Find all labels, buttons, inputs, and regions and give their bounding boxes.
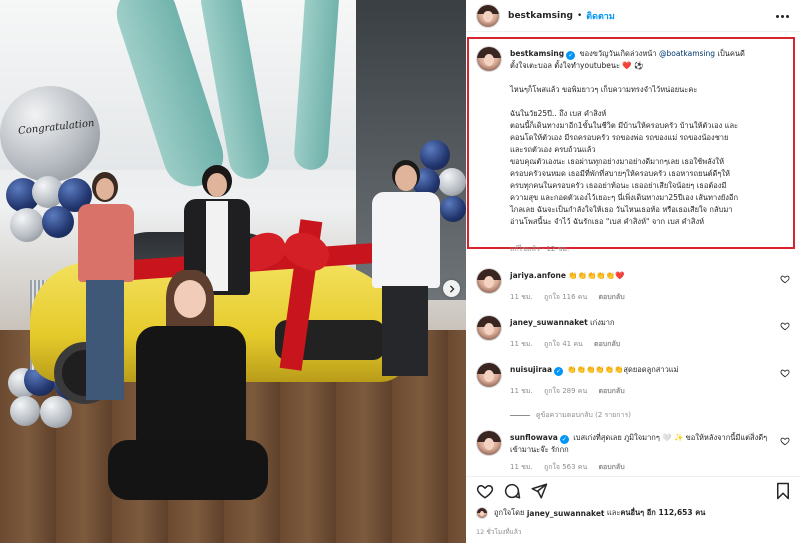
caption-line: ของขวัญวันเกิดล่วงหน้า bbox=[579, 49, 657, 58]
heart-icon[interactable] bbox=[780, 368, 790, 378]
caption-line: อ่านโพสนี้นะ จำไว้ ฉันรักเธอ "เบส คำสิงห… bbox=[510, 217, 705, 226]
chevron-right-icon bbox=[449, 284, 455, 293]
caption-line: ครอบครัวจนหมด เธอมีที่พักที่สบายๆให้ครอบ… bbox=[510, 169, 730, 178]
comment-time: 11 ชม. bbox=[510, 293, 533, 301]
heart-icon[interactable] bbox=[780, 321, 790, 331]
post-username[interactable]: bestkamsing bbox=[508, 11, 573, 21]
comment-likes[interactable]: ถูกใจ 41 คน bbox=[544, 340, 583, 348]
likes-others[interactable]: คนอื่นๆ อีก 112,653 คน bbox=[620, 507, 705, 519]
avatar[interactable] bbox=[476, 315, 502, 341]
caption-timestamp: แก้ไขแล้ว · 12 ชม. bbox=[510, 245, 570, 253]
action-bar bbox=[476, 482, 792, 502]
avatar[interactable] bbox=[476, 268, 502, 294]
caption-line: ครบทุกคนในครอบครัว เธออย่าท้อนะ เธออย่าเ… bbox=[510, 181, 727, 190]
balloon bbox=[40, 396, 72, 428]
separator-dot: • bbox=[576, 10, 583, 21]
likes-prefix: ถูกใจโดย bbox=[494, 508, 525, 517]
verified-icon: ✓ bbox=[554, 367, 564, 376]
reply-button[interactable]: ตอบกลับ bbox=[594, 340, 620, 348]
caption-line: ขอบคุณตัวเองนะ เธอผ่านทุกอย่างมาอย่างดีม… bbox=[510, 157, 725, 166]
person-best bbox=[108, 270, 278, 520]
comment-body: nuisujiraa ✓ 👏👏👏👏👏👏สุดยอดลูกสาวแม่ bbox=[510, 364, 772, 376]
comment-time: 11 ชม. bbox=[510, 463, 533, 471]
likes-summary[interactable]: ถูกใจโดย janey_suwannaket และ คนอื่นๆ อี… bbox=[476, 507, 705, 519]
comment-likes[interactable]: ถูกใจ 289 คน bbox=[544, 387, 587, 395]
next-photo-button[interactable] bbox=[443, 280, 460, 297]
post-sidebar: bestkamsing • ติดตาม bestkamsing ✓ ของขวั… bbox=[466, 0, 800, 543]
comment-likes[interactable]: ถูกใจ 116 คน bbox=[544, 293, 587, 301]
reply-button[interactable]: ตอบกลับ bbox=[598, 293, 624, 301]
more-icon[interactable] bbox=[776, 10, 790, 22]
likes-middle: และ bbox=[606, 508, 621, 517]
caption-mention[interactable]: @boatkamsing bbox=[659, 49, 715, 58]
comment-username[interactable]: jariya.anfone bbox=[510, 271, 566, 280]
comment-text: เก่งมาก bbox=[590, 318, 615, 327]
caption-line: ไกลเลย ฉันจะเป็นกำลังใจให้เธอ วันไหนเธอท… bbox=[510, 205, 733, 214]
heart-icon[interactable] bbox=[476, 482, 494, 500]
comment-body: janey_suwannaket เก่งมาก bbox=[510, 317, 772, 328]
comment-meta: 11 ชม. ถูกใจ 563 คน ตอบกลับ bbox=[510, 462, 634, 473]
comment-text: 👏👏👏👏👏❤️ bbox=[568, 271, 625, 280]
caption-line: คอนโดให้ตัวเอง มีรถครอบครัว รถของพ่อ รถข… bbox=[510, 133, 729, 142]
avatar[interactable] bbox=[476, 3, 500, 28]
caption-text: bestkamsing ✓ ของขวัญวันเกิดล่วงหน้า @boa… bbox=[510, 48, 788, 228]
view-replies-label: ดูข้อความตอบกลับ (2 รายการ) bbox=[536, 411, 631, 419]
comment: janey_suwannaket เก่งมาก 11 ชม. ถูกใจ 41… bbox=[476, 315, 792, 365]
comment: nuisujiraa ✓ 👏👏👏👏👏👏สุดยอดลูกสาวแม่ 11 ชม.… bbox=[476, 362, 792, 412]
comment-meta: 11 ชม. ถูกใจ 289 คน ตอบกลับ bbox=[510, 386, 634, 397]
comment: jariya.anfone 👏👏👏👏👏❤️ 11 ชม. ถูกใจ 116 ค… bbox=[476, 268, 792, 318]
comment-body: jariya.anfone 👏👏👏👏👏❤️ bbox=[510, 270, 772, 281]
comment-username[interactable]: janey_suwannaket bbox=[510, 318, 588, 327]
comment-likes[interactable]: ถูกใจ 563 คน bbox=[544, 463, 587, 471]
caption-line: ไหนๆก็โพสแล้ว ขอพิมยาวๆ เก็บความทรงจำไว้… bbox=[510, 85, 698, 94]
comment-time: 11 ชม. bbox=[510, 387, 533, 395]
post-timestamp: 12 ชั่วโมงที่แล้ว bbox=[476, 528, 522, 536]
comment-icon[interactable] bbox=[503, 482, 521, 500]
comment-text: 👏👏👏👏👏👏สุดยอดลูกสาวแม่ bbox=[567, 365, 679, 374]
comment-username[interactable]: sunflowava bbox=[510, 433, 558, 442]
verified-icon: ✓ bbox=[566, 51, 576, 60]
divider-line bbox=[510, 415, 530, 416]
person-father bbox=[366, 160, 444, 390]
caption-line: ฉันในวัย25ปี.. ถึง เบส คำสิงห์ bbox=[510, 109, 607, 118]
caption-line: เป็นคนดี bbox=[717, 49, 745, 58]
comment-meta: 11 ชม. ถูกใจ 41 คน ตอบกลับ bbox=[510, 339, 629, 350]
caption: bestkamsing ✓ ของขวัญวันเกิดล่วงหน้า @boa… bbox=[476, 46, 790, 258]
comment-body: sunflowava ✓ เบสเก่งที่สุดเลย ภูมิใจมากๆ … bbox=[510, 432, 772, 455]
divider bbox=[466, 476, 800, 477]
caption-line: และรถตัวเอง ครบถ้วนแล้ว bbox=[510, 145, 596, 154]
comment-meta: 11 ชม. ถูกใจ 116 คน ตอบกลับ bbox=[510, 292, 634, 303]
congratulation-balloon: Congratulation bbox=[0, 86, 100, 182]
comment-username[interactable]: nuisujiraa bbox=[510, 365, 552, 374]
caption-line: ตอนนี้ก็เดินทางมาอีก1ขั้นในชีวิต มีบ้านใ… bbox=[510, 121, 739, 130]
reply-button[interactable]: ตอบกลับ bbox=[598, 387, 624, 395]
avatar[interactable] bbox=[476, 362, 502, 388]
comment-time: 11 ชม. bbox=[510, 340, 533, 348]
avatar bbox=[476, 507, 488, 519]
balloon-text: Congratulation bbox=[17, 118, 95, 137]
post-photo[interactable]: Congratulation bbox=[0, 0, 466, 543]
likes-user[interactable]: janey_suwannaket bbox=[527, 509, 605, 518]
avatar[interactable] bbox=[476, 46, 502, 72]
caption-line: ความสุข และกอดตัวเองไว้เยอะๆ นี่เพิ่งเดิ… bbox=[510, 193, 738, 202]
caption-username[interactable]: bestkamsing bbox=[510, 49, 564, 58]
follow-button[interactable]: ติดตาม bbox=[586, 9, 615, 23]
balloon bbox=[10, 396, 40, 426]
reply-button[interactable]: ตอบกลับ bbox=[598, 463, 624, 471]
verified-icon: ✓ bbox=[559, 435, 569, 444]
bookmark-icon[interactable] bbox=[774, 482, 792, 500]
share-icon[interactable] bbox=[530, 482, 548, 500]
view-replies-button[interactable]: ดูข้อความตอบกลับ (2 รายการ) bbox=[510, 410, 631, 421]
heart-icon[interactable] bbox=[780, 274, 790, 284]
comment: sunflowava ✓ เบสเก่งที่สุดเลย ภูมิใจมากๆ … bbox=[476, 430, 792, 480]
post-header: bestkamsing • ติดตาม bbox=[466, 0, 800, 32]
heart-icon[interactable] bbox=[780, 436, 790, 446]
avatar[interactable] bbox=[476, 430, 502, 456]
caption-line: ตั้งใจเตะบอล ตั้งใจทำyoutubeนะ ❤️ ⚽ bbox=[510, 61, 644, 70]
